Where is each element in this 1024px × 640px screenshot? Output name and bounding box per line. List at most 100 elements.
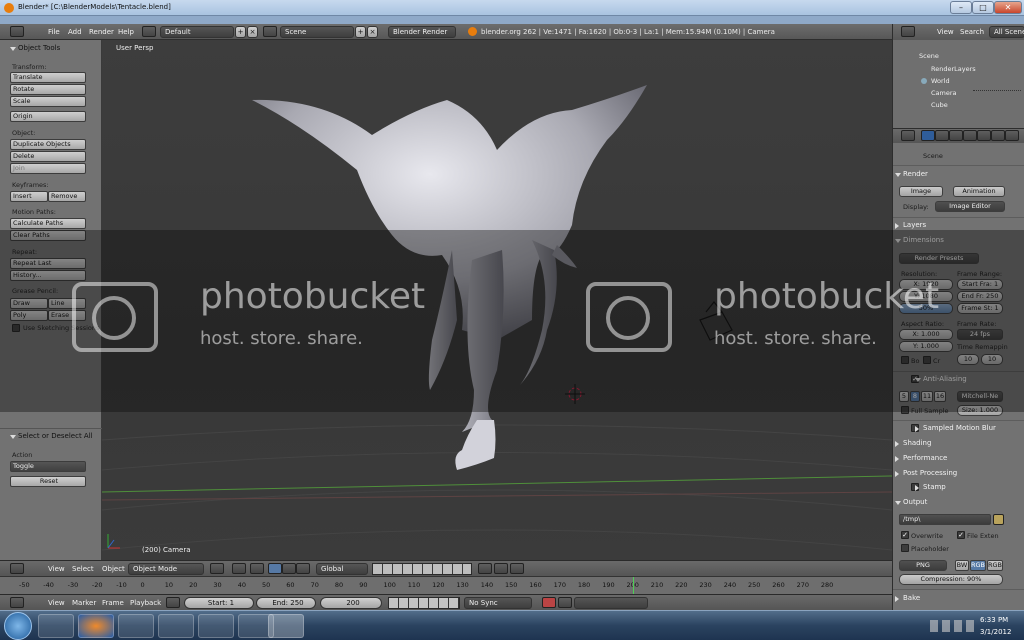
playback-controls[interactable] <box>388 597 460 609</box>
operator-panel-header[interactable]: Select or Deselect All <box>10 432 93 440</box>
remove-layout-button[interactable]: × <box>247 26 258 38</box>
add-scene-button[interactable]: + <box>355 26 366 38</box>
stamp-panel-header[interactable]: Stamp <box>915 483 946 491</box>
join-button[interactable]: Join <box>10 163 86 174</box>
current-frame-marker[interactable] <box>632 577 634 595</box>
scale-manipulator-icon[interactable] <box>296 563 310 574</box>
interaction-mode-select[interactable]: Object Mode <box>128 563 204 575</box>
display-select[interactable]: Image Editor <box>935 201 1005 212</box>
3d-menu-select[interactable]: Select <box>72 565 94 573</box>
remove-scene-button[interactable]: × <box>367 26 378 38</box>
bake-panel-header[interactable]: Bake <box>894 594 920 602</box>
render-panel-header[interactable]: Render <box>895 170 928 178</box>
info-editor-type-icon[interactable] <box>10 26 24 37</box>
timeline-menu-view[interactable]: View <box>48 599 65 607</box>
add-layout-button[interactable]: + <box>235 26 246 38</box>
pivot-point-icon[interactable] <box>232 563 246 574</box>
object-tools-panel-header[interactable]: Object Tools <box>9 44 60 52</box>
minimize-button[interactable]: – <box>950 1 972 14</box>
render-context-icon[interactable] <box>921 130 935 141</box>
taskbar-app-icon[interactable] <box>158 614 194 638</box>
timeline-ruler[interactable]: -50 -40 -30 -20 -10 0 10 20 30 40 50 60 70 80 90 100 110… <box>0 577 892 595</box>
close-button[interactable]: ✕ <box>994 1 1022 14</box>
output-panel-header[interactable]: Output <box>894 498 927 506</box>
calculate-paths-button[interactable]: Calculate Paths <box>10 218 86 229</box>
menu-render[interactable]: Render <box>89 28 114 36</box>
outliner-editor-type-icon[interactable] <box>901 26 915 37</box>
world-context-icon[interactable] <box>949 130 963 141</box>
firefox-taskbar-icon[interactable] <box>78 614 114 638</box>
translate-button[interactable]: Translate <box>10 72 86 83</box>
outliner-menu-search[interactable]: Search <box>960 28 984 36</box>
compression-slider[interactable]: Compression: 90% <box>899 574 1003 585</box>
3d-menu-object[interactable]: Object <box>102 565 125 573</box>
timeline-menu-playback[interactable]: Playback <box>130 599 161 607</box>
menu-file[interactable]: File <box>48 28 60 36</box>
keying-set-select[interactable] <box>574 597 648 609</box>
outliner-item-renderlayers[interactable]: RenderLayers <box>931 65 976 73</box>
outliner-menu-view[interactable]: View <box>937 28 954 36</box>
screen-layout-select[interactable]: Default <box>160 26 234 38</box>
reset-button[interactable]: Reset <box>10 476 86 487</box>
render-image-button[interactable]: Image <box>899 186 943 197</box>
menu-help[interactable]: Help <box>118 28 134 36</box>
color-bw-button[interactable]: BW <box>955 560 969 571</box>
folder-browse-icon[interactable] <box>993 514 1004 525</box>
timeline-editor-type-icon[interactable] <box>10 597 24 608</box>
rotate-button[interactable]: Rotate <box>10 84 86 95</box>
color-rgb-button[interactable]: RGB <box>970 560 986 571</box>
render-engine-select[interactable]: Blender Render <box>388 26 456 38</box>
taskbar-app-icon[interactable] <box>118 614 154 638</box>
outliner-display-filter[interactable]: All Scenes <box>989 26 1024 38</box>
start-frame-field[interactable]: Start: 1 <box>184 597 254 609</box>
scale-button[interactable]: Scale <box>10 96 86 107</box>
sync-mode-select[interactable]: No Sync <box>464 597 532 609</box>
scene-select[interactable]: Scene <box>280 26 354 38</box>
action-select[interactable]: Toggle <box>10 461 86 472</box>
maximize-button[interactable]: □ <box>972 1 994 14</box>
lock-layers-icon[interactable] <box>478 563 492 574</box>
layers-panel-header[interactable]: Layers <box>894 221 926 229</box>
viewport-shading-icon[interactable] <box>210 563 224 574</box>
3d-menu-view[interactable]: View <box>48 565 65 573</box>
3d-view-editor-type-icon[interactable] <box>10 563 24 574</box>
end-frame-field[interactable]: End: 250 <box>256 597 316 609</box>
current-frame-field[interactable]: 200 <box>320 597 382 609</box>
media-player-taskbar-icon[interactable] <box>198 614 234 638</box>
file-extensions-checkbox[interactable]: ✓ <box>957 531 965 539</box>
system-tray-icons[interactable] <box>930 620 974 632</box>
motion-blur-panel-header[interactable]: Sampled Motion Blur <box>915 424 996 432</box>
output-path-field[interactable]: /tmp\ <box>899 514 991 525</box>
outliner-item-world[interactable]: World <box>931 77 950 85</box>
placeholder-checkbox[interactable] <box>901 544 909 552</box>
scene-context-icon[interactable] <box>935 130 949 141</box>
keying-set-icon[interactable] <box>558 597 572 608</box>
overwrite-checkbox[interactable]: ✓ <box>901 531 909 539</box>
rotate-manipulator-icon[interactable] <box>282 563 296 574</box>
performance-panel-header[interactable]: Performance <box>894 454 947 462</box>
record-keyframe-icon[interactable] <box>542 597 556 608</box>
explorer-taskbar-icon[interactable] <box>38 614 74 638</box>
shading-panel-header[interactable]: Shading <box>894 439 931 447</box>
layer-buttons[interactable] <box>372 563 472 575</box>
insert-keyframe-button[interactable]: Insert <box>10 191 48 202</box>
timeline-menu-frame[interactable]: Frame <box>102 599 124 607</box>
start-button[interactable] <box>4 612 32 640</box>
data-context-icon[interactable] <box>991 130 1005 141</box>
render-opengl-icon[interactable] <box>510 563 524 574</box>
translate-manipulator-icon[interactable] <box>268 563 282 574</box>
manipulator-toggle-icon[interactable] <box>250 563 264 574</box>
blender-taskbar-icon[interactable] <box>268 614 304 638</box>
file-format-select[interactable]: PNG <box>899 560 947 571</box>
constraints-context-icon[interactable] <box>977 130 991 141</box>
snap-toggle-icon[interactable] <box>494 563 508 574</box>
menu-add[interactable]: Add <box>68 28 82 36</box>
outliner-item-camera[interactable]: Camera <box>931 89 957 97</box>
render-animation-button[interactable]: Animation <box>953 186 1005 197</box>
object-context-icon[interactable] <box>963 130 977 141</box>
duplicate-objects-button[interactable]: Duplicate Objects <box>10 139 86 150</box>
origin-button[interactable]: Origin <box>10 111 86 122</box>
physics-context-icon[interactable] <box>1005 130 1019 141</box>
timeline[interactable]: -50 -40 -30 -20 -10 0 10 20 30 40 50 60 70 80 90 100 110… <box>0 576 892 595</box>
properties-editor-type-icon[interactable] <box>901 130 915 141</box>
